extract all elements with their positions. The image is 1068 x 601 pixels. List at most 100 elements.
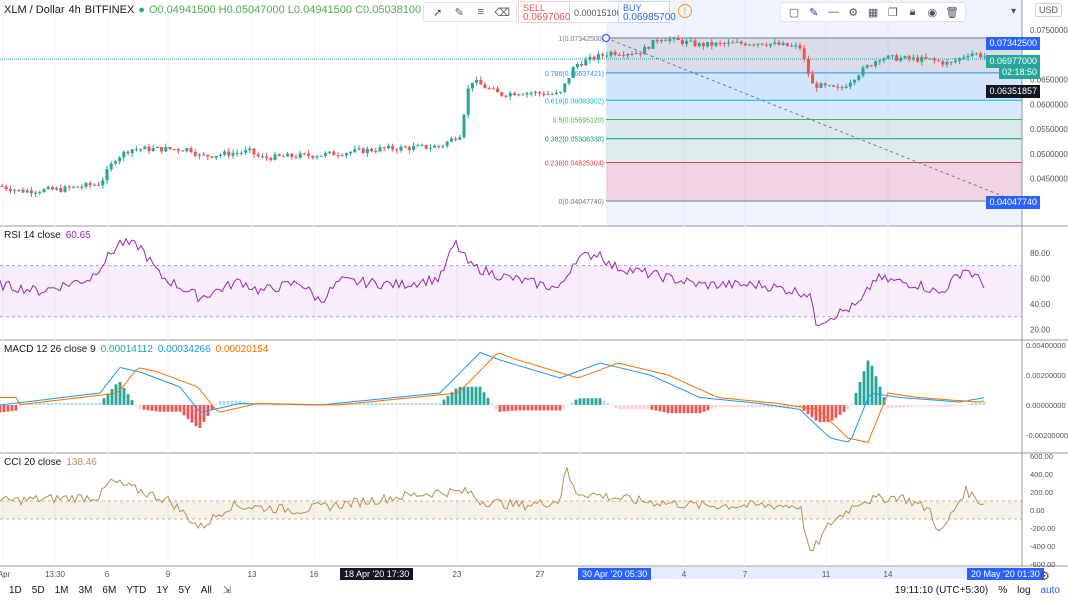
candle-body	[613, 51, 617, 55]
candle-body	[273, 154, 277, 160]
candle-body	[286, 153, 290, 157]
eye-icon[interactable]: ◉	[923, 4, 941, 20]
candle-body	[353, 149, 357, 152]
macd-histogram-bar	[102, 398, 106, 405]
macd-histogram-bar	[898, 405, 902, 408]
fib-level-label: 0.5(0.05695120)	[553, 118, 604, 125]
clone-icon[interactable]: ❐	[884, 4, 902, 20]
candle-body	[500, 92, 504, 96]
candle-body	[575, 64, 579, 68]
currency-button[interactable]: USD	[1034, 3, 1062, 17]
cursor-icon[interactable]: ➚	[428, 4, 448, 20]
macd-histogram-bar	[470, 386, 474, 405]
macd-histogram-bar	[914, 405, 918, 407]
candle-body	[0, 186, 4, 188]
macd-histogram-bar	[814, 405, 818, 421]
candle-body	[794, 45, 798, 47]
symbol-label[interactable]: XLM / Dollar	[4, 4, 65, 16]
macd-histogram-bar	[966, 404, 970, 405]
line-style-icon[interactable]: —	[825, 4, 843, 20]
candle-body	[4, 186, 8, 190]
candle-body	[743, 43, 747, 46]
macd-histogram-bar	[146, 405, 150, 411]
macd-histogram-bar	[230, 400, 234, 405]
fib-anchor-handle	[601, 33, 611, 43]
fib-high-tag: 0.07342500	[986, 37, 1040, 50]
candle-body	[294, 156, 298, 158]
lock-icon[interactable]: 🔒︎	[904, 4, 922, 20]
sell-button[interactable]: SELL 0.06970600	[518, 1, 576, 23]
log-toggle[interactable]: log	[1017, 585, 1030, 596]
range-button-5y[interactable]: 5Y	[174, 585, 196, 596]
macd-histogram-bar	[418, 403, 422, 405]
macd-histogram-bar	[526, 405, 530, 411]
range-button-1m[interactable]: 1M	[50, 585, 74, 596]
candle-body	[777, 42, 781, 45]
macd-histogram-bar	[130, 400, 134, 405]
goto-date-icon[interactable]: ⇲	[217, 585, 237, 596]
macd-histogram-bar	[610, 405, 614, 406]
time-axis-tick: 9	[166, 570, 171, 579]
candle-body	[844, 86, 848, 89]
candle-body	[752, 44, 756, 46]
range-button-6m[interactable]: 6M	[97, 585, 121, 596]
macd-histogram-bar	[258, 405, 262, 406]
macd-histogram-bar	[390, 403, 394, 405]
chart-canvas[interactable]: 1(0.07342500)0.786(0.06637421)0.618(0.06…	[0, 0, 1068, 601]
macd-histogram-bar	[970, 403, 974, 405]
range-button-3m[interactable]: 3M	[74, 585, 98, 596]
candle-body	[143, 146, 147, 150]
range-button-1y[interactable]: 1Y	[151, 585, 173, 596]
range-button-1d[interactable]: 1D	[4, 585, 27, 596]
clock[interactable]: 19:11:10 (UTC+5:30)	[895, 585, 988, 596]
time-axis-tick: Apr	[0, 570, 11, 579]
buy-button[interactable]: BUY 0.06985700	[618, 1, 676, 23]
warning-icon[interactable]: !	[678, 4, 692, 18]
collapse-arrow-icon[interactable]: ▾	[1011, 6, 1016, 17]
percent-toggle[interactable]: %	[998, 585, 1007, 596]
candle-body	[571, 67, 575, 78]
fib-level-label: 0(0.04047740)	[558, 199, 604, 206]
range-button-ytd[interactable]: YTD	[121, 585, 151, 596]
macd-histogram-bar	[702, 405, 706, 412]
template-icon[interactable]: ▦	[864, 4, 882, 20]
lines-icon[interactable]: ≡	[471, 4, 491, 20]
buy-price: 0.06985700	[623, 12, 676, 23]
candle-body	[21, 189, 25, 193]
eraser-icon[interactable]: ⌫	[493, 4, 513, 20]
candle-body	[84, 182, 88, 187]
candle-body	[508, 93, 512, 97]
macd-histogram-bar	[602, 400, 606, 405]
range-button-all[interactable]: All	[196, 585, 217, 596]
candle-body	[533, 91, 537, 93]
candle-body	[823, 83, 827, 86]
candle-body	[252, 148, 256, 155]
interval-label[interactable]: 4h	[69, 4, 81, 16]
candle-body	[59, 188, 63, 192]
macd-legend-name[interactable]: MACD 12 26 close 9	[4, 344, 96, 355]
macd-histogram-bar	[402, 403, 406, 405]
cci-legend-name[interactable]: CCI 20 close	[4, 457, 61, 468]
candle-body	[302, 153, 306, 155]
pen-color-icon[interactable]: ✎	[805, 4, 823, 20]
candle-body	[80, 186, 84, 188]
rectangle-icon[interactable]: ▢	[785, 4, 803, 20]
rsi-legend-name[interactable]: RSI 14 close	[4, 230, 61, 241]
candle-body	[626, 53, 630, 56]
fib-zone	[606, 119, 1022, 139]
macd-histogram-bar	[370, 403, 374, 405]
macd-histogram-bar	[114, 384, 118, 405]
candle-body	[718, 42, 722, 44]
settings-icon[interactable]: ⚙	[844, 4, 862, 20]
trash-icon[interactable]: 🗑︎	[943, 4, 961, 20]
auto-toggle[interactable]: auto	[1041, 585, 1060, 596]
macd-histogram-bar	[38, 402, 42, 405]
candle-body	[92, 184, 96, 186]
macd-histogram-bar	[162, 405, 166, 412]
macd-histogram-bar	[950, 405, 954, 407]
candle-body	[311, 155, 315, 158]
brush-icon[interactable]: ✎	[450, 4, 470, 20]
range-button-5d[interactable]: 5D	[27, 585, 50, 596]
candle-body	[63, 186, 67, 192]
rsi-axis-tick: 60.00	[1030, 274, 1051, 283]
